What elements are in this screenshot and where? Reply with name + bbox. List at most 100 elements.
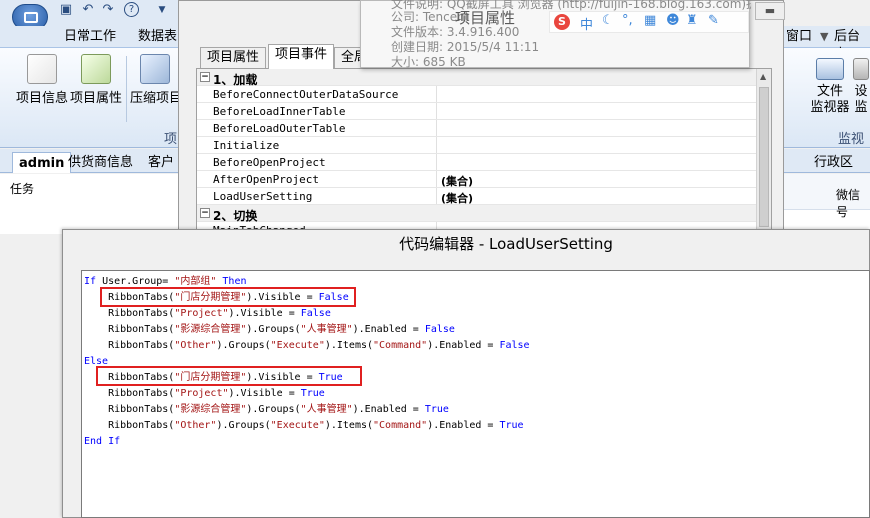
keyboard-icon[interactable]: ▦ [644, 13, 656, 28]
code-line: End If [84, 435, 120, 449]
file-info-tooltip: 文件说明: QQ截屏工具 浏览器 (http://fuijin-168.blog… [360, 0, 751, 69]
qat-dropdown-icon[interactable]: ▼ [154, 2, 170, 18]
event-row[interactable]: BeforeLoadOuterTable [197, 120, 757, 137]
compress-project-label: 压缩项目 [130, 91, 180, 106]
event-value[interactable]: (集合) [441, 173, 473, 189]
event-row[interactable]: BeforeConnectOuterDataSource [197, 86, 757, 103]
project-props-button[interactable]: 项目属性 [68, 52, 124, 112]
code-text: RibbonTabs( [84, 388, 175, 399]
moon-icon[interactable]: ☾ [602, 13, 614, 28]
code-string: "内部组" [174, 276, 217, 287]
code-string: "Execute" [270, 340, 325, 351]
skin-icon[interactable]: ♜ [686, 13, 698, 28]
menu-window[interactable]: 窗口 [786, 28, 812, 46]
menu-backend[interactable]: 后台密 [834, 28, 870, 62]
compress-project-button[interactable]: 压缩项目 [130, 52, 180, 112]
highlight-box-true [96, 366, 362, 386]
event-name: BeforeConnectOuterDataSource [213, 88, 399, 101]
help-icon[interactable]: ? [124, 2, 139, 17]
event-value[interactable]: (集合) [441, 190, 473, 206]
code-editor-title: 代码编辑器 - LoadUserSetting [399, 235, 613, 253]
tooltip-project-title: 项目属性 [455, 9, 516, 27]
settings-monitor-button[interactable]: 设 监 [852, 52, 870, 112]
code-string: "Command" [373, 420, 428, 431]
code-keyword: True [300, 388, 325, 399]
project-info-label: 项目信息 [15, 91, 68, 106]
sogou-icon: S [554, 14, 570, 30]
code-keyword: False [300, 308, 331, 319]
code-text: ).Groups( [246, 404, 301, 415]
event-row[interactable]: LoadUserSetting (集合) [197, 188, 757, 205]
code-text: ).Enabled = [352, 404, 425, 415]
code-string: "人事管理" [300, 324, 353, 335]
save-icon[interactable]: ▣ [58, 2, 74, 18]
task-label: 任务 [10, 182, 35, 196]
code-editor-textarea[interactable]: If User.Group= "内部组" Then RibbonTabs("门店… [81, 270, 870, 518]
code-line: RibbonTabs("影源综合管理").Groups("人事管理").Enab… [84, 403, 449, 417]
ime-chinese-mode[interactable]: 中 [580, 14, 593, 33]
event-property-grid: −1、加载 BeforeConnectOuterDataSource BeforeL… [196, 68, 772, 239]
code-text: ).Groups( [246, 324, 301, 335]
event-name: BeforeOpenProject [213, 156, 326, 169]
grid-column-separator [436, 120, 437, 136]
ime-toolbar: S 中 ☾ °, ▦ ☻ ♜ ✎ [549, 11, 749, 33]
category-row[interactable]: −1、加载 [197, 69, 757, 87]
monitor-icon [816, 58, 844, 80]
tab-project-properties[interactable]: 项目属性 [200, 47, 267, 69]
code-text: User.Group= [96, 276, 175, 287]
code-string: "人事管理" [300, 404, 353, 415]
code-string: "Command" [373, 340, 428, 351]
event-name: AfterOpenProject [213, 173, 319, 186]
code-string: "Other" [174, 340, 217, 351]
category-row[interactable]: −2、切换 [197, 205, 757, 223]
close-icon[interactable]: ▬ [755, 2, 785, 20]
code-text: RibbonTabs( [84, 324, 175, 335]
tab-admin-region[interactable]: 行政区域 [808, 152, 870, 191]
wrench-icon[interactable]: ✎ [708, 13, 719, 28]
tab-customer[interactable]: 客户 [142, 152, 180, 173]
code-string: "Project" [174, 388, 229, 399]
code-text: ).Visible = [228, 308, 301, 319]
punctuation-icon[interactable]: °, [622, 13, 633, 28]
code-keyword: End If [84, 436, 121, 447]
code-keyword: If [84, 276, 97, 287]
code-text: ).Groups( [216, 420, 271, 431]
grid-column-separator [436, 171, 437, 187]
event-name: BeforeLoadOuterTable [213, 122, 346, 135]
tab-project-events[interactable]: 项目事件 [268, 44, 335, 69]
code-text: RibbonTabs( [84, 404, 175, 415]
event-row[interactable]: Initialize [197, 137, 757, 154]
redo-icon[interactable]: ↷ [100, 2, 116, 18]
file-monitor-button[interactable]: 文件 监视器 [808, 52, 852, 115]
menu-data-table[interactable]: 数据表 [138, 28, 177, 46]
collapse-toggle-icon[interactable]: − [200, 72, 210, 82]
undo-icon[interactable]: ↶ [80, 2, 96, 18]
certificate-icon [27, 54, 57, 84]
tooltip-size: 大小: 685 KB [391, 55, 466, 69]
menu-daily-work[interactable]: 日常工作 [64, 28, 116, 46]
property-grid-scrollbar[interactable]: ▲ [756, 69, 771, 231]
code-text: RibbonTabs( [84, 420, 175, 431]
wechat-column-header[interactable]: 微信号 [836, 186, 870, 220]
event-name: LoadUserSetting [213, 190, 313, 203]
code-string: "Other" [174, 420, 217, 431]
tab-supplier-info[interactable]: 供货商信息 [62, 152, 139, 173]
code-keyword: Then [222, 276, 247, 287]
grid-column-separator [436, 137, 437, 153]
code-line: RibbonTabs("Project").Visible = True [84, 387, 325, 401]
user-icon[interactable]: ☻ [666, 13, 680, 28]
event-row[interactable]: AfterOpenProject (集合) [197, 171, 757, 188]
code-string: "Project" [174, 308, 229, 319]
collapse-toggle-icon[interactable]: − [200, 208, 210, 218]
project-info-button[interactable]: 项目信息 [14, 52, 70, 112]
event-row[interactable]: BeforeLoadInnerTable [197, 103, 757, 120]
code-string: "影源综合管理" [174, 324, 247, 335]
settings-monitor-line1: 设 [854, 84, 868, 99]
code-text: ).Enabled = [352, 324, 425, 335]
highlight-box-false [100, 287, 356, 307]
event-row[interactable]: BeforeOpenProject [197, 154, 757, 171]
ribbon-group-caption: 项 [164, 132, 178, 147]
code-text: ).Enabled = [427, 340, 500, 351]
code-text: RibbonTabs( [84, 340, 175, 351]
code-keyword: False [499, 340, 530, 351]
